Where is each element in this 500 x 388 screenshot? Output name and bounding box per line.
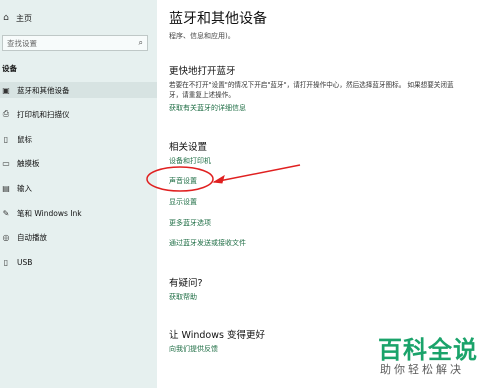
sidebar-item-label: 触摸板 — [17, 158, 40, 168]
display-settings-link[interactable]: 显示设置 — [169, 197, 197, 207]
related-settings-heading: 相关设置 — [169, 142, 208, 153]
sidebar-item-bluetooth[interactable]: ▣ 蓝牙和其他设备 — [0, 82, 157, 98]
sidebar-item-autoplay[interactable]: ◎ 自动播放 — [0, 229, 157, 245]
page-subtitle: 程序、信息和应用)。 — [169, 32, 235, 40]
quick-bluetooth-desc-line1: 若要在不打开"设置"的情况下开启"蓝牙"，请打开操作中心，然后选择蓝牙图标。 如… — [169, 81, 454, 89]
sidebar-home[interactable]: ⌂ 主页 — [0, 10, 32, 26]
sidebar-item-mouse[interactable]: ▯ 鼠标 — [0, 131, 157, 147]
printer-icon: ⎙ — [2, 109, 10, 118]
home-icon: ⌂ — [3, 13, 9, 23]
get-help-link[interactable]: 获取帮助 — [169, 292, 197, 302]
sidebar-item-touchpad[interactable]: ▭ 触摸板 — [0, 155, 157, 171]
page-title: 蓝牙和其他设备 — [169, 11, 267, 27]
question-heading: 有疑问? — [169, 278, 203, 289]
sidebar-item-label: 鼠标 — [17, 134, 32, 144]
devices-printers-link[interactable]: 设备和打印机 — [169, 156, 211, 166]
usb-icon: ▯ — [3, 257, 9, 267]
sidebar-item-label: 打印机和扫描仪 — [17, 109, 70, 119]
sidebar-item-label: 输入 — [17, 183, 32, 193]
sidebar-item-usb[interactable]: ▯ USB — [0, 254, 157, 270]
bluetooth-info-link[interactable]: 获取有关蓝牙的详细信息 — [169, 103, 246, 113]
sidebar-item-pen[interactable]: ✎ 笔和 Windows Ink — [0, 205, 157, 221]
sidebar-item-label: USB — [17, 257, 33, 267]
quick-bluetooth-heading: 更快地打开蓝牙 — [169, 66, 236, 77]
more-bluetooth-options-link[interactable]: 更多蓝牙选项 — [169, 218, 211, 228]
improve-windows-heading: 让 Windows 变得更好 — [169, 330, 265, 341]
bluetooth-devices-icon: ▣ — [2, 85, 10, 95]
sound-settings-link[interactable]: 声音设置 — [169, 176, 197, 186]
search-input[interactable]: 查找设置 ⌕ — [2, 35, 148, 51]
autoplay-icon: ◎ — [2, 232, 10, 242]
sidebar-section-label: 设备 — [2, 64, 17, 73]
sidebar-item-label: 蓝牙和其他设备 — [17, 85, 70, 95]
sidebar-home-label: 主页 — [16, 13, 32, 23]
pen-icon: ✎ — [2, 208, 10, 218]
send-receive-bluetooth-link[interactable]: 通过蓝牙发送或接收文件 — [169, 238, 246, 248]
sidebar-item-label: 自动播放 — [17, 232, 47, 242]
mouse-icon: ▯ — [3, 134, 9, 144]
feedback-link[interactable]: 向我们提供反馈 — [169, 344, 218, 354]
search-icon[interactable]: ⌕ — [139, 38, 143, 48]
watermark-tagline: 助你轻松解决 — [380, 363, 464, 376]
watermark-title: 百科全说 — [378, 336, 478, 364]
quick-bluetooth-desc-line2: 牙，请重复上述操作。 — [169, 91, 235, 99]
sidebar: ⌂ 主页 查找设置 ⌕ 设备 ▣ 蓝牙和其他设备 ⎙ 打印机和扫描仪 ▯ 鼠标 … — [0, 0, 157, 388]
keyboard-icon: ▤ — [2, 183, 10, 193]
sidebar-item-input[interactable]: ▤ 输入 — [0, 180, 157, 196]
sidebar-item-label: 笔和 Windows Ink — [17, 208, 82, 218]
touchpad-icon: ▭ — [2, 158, 10, 168]
search-placeholder: 查找设置 — [7, 38, 37, 48]
sidebar-item-printers[interactable]: ⎙ 打印机和扫描仪 — [0, 106, 157, 122]
